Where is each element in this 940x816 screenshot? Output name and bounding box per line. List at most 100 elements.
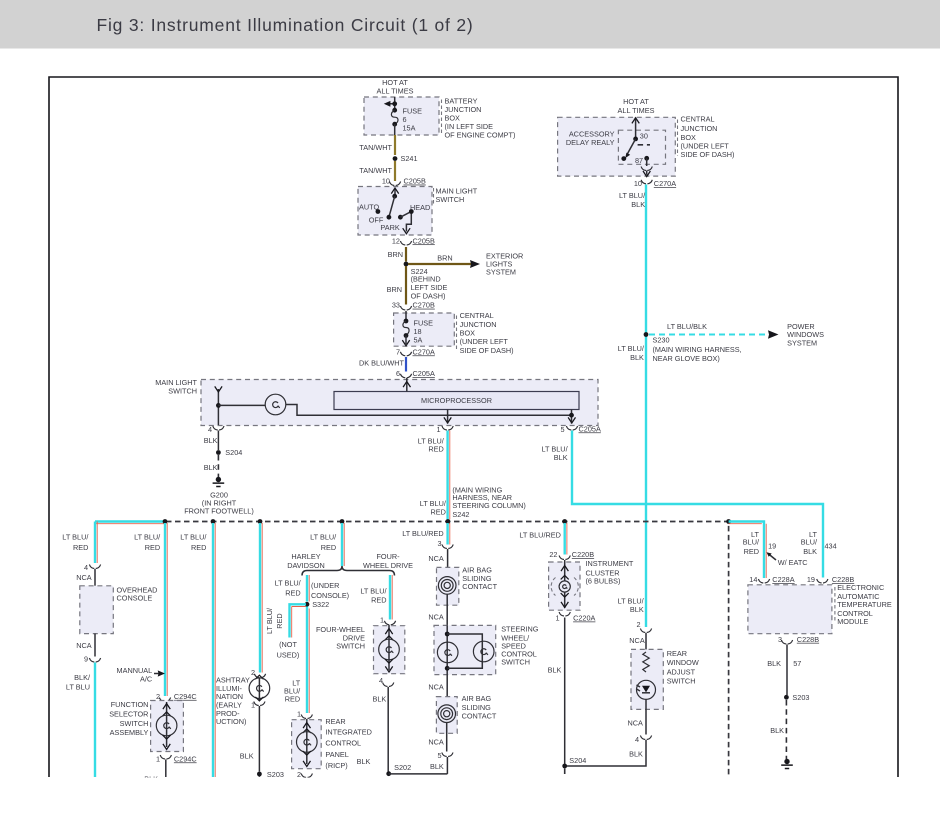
svg-text:LT BLU/: LT BLU/ bbox=[619, 191, 646, 200]
svg-text:C270A: C270A bbox=[413, 347, 435, 356]
svg-text:FRONT FOOTWELL): FRONT FOOTWELL) bbox=[184, 507, 254, 516]
svg-text:BLK: BLK bbox=[803, 547, 817, 556]
svg-text:S242: S242 bbox=[452, 510, 469, 519]
svg-text:STEERING COLUMN): STEERING COLUMN) bbox=[452, 501, 525, 510]
svg-text:BLK: BLK bbox=[630, 605, 644, 614]
svg-text:RED: RED bbox=[744, 547, 759, 556]
svg-text:ALL TIMES: ALL TIMES bbox=[377, 87, 414, 96]
svg-text:OF ENGINE COMPT): OF ENGINE COMPT) bbox=[445, 131, 516, 140]
svg-text:ADJUST: ADJUST bbox=[667, 667, 696, 676]
svg-text:LT BLU/: LT BLU/ bbox=[180, 533, 207, 542]
svg-text:(UNDER: (UNDER bbox=[311, 581, 339, 590]
svg-text:SYSTEM: SYSTEM bbox=[787, 338, 817, 347]
svg-text:TAN/WHT: TAN/WHT bbox=[359, 166, 392, 175]
svg-text:CONTACT: CONTACT bbox=[462, 712, 497, 721]
svg-text:RED: RED bbox=[73, 543, 88, 552]
svg-text:C294C: C294C bbox=[174, 754, 197, 763]
svg-text:WHEEL DRIVE: WHEEL DRIVE bbox=[363, 561, 413, 570]
svg-text:UCTION): UCTION) bbox=[216, 717, 246, 726]
svg-text:LT BLU/RED: LT BLU/RED bbox=[402, 529, 444, 538]
svg-text:NEAR GLOVE BOX): NEAR GLOVE BOX) bbox=[653, 354, 720, 363]
svg-text:DELAY REALY: DELAY REALY bbox=[566, 138, 615, 147]
svg-text:REAR: REAR bbox=[667, 649, 687, 658]
svg-text:LT BLU/: LT BLU/ bbox=[62, 533, 89, 542]
svg-text:33: 33 bbox=[392, 301, 400, 310]
svg-text:1: 1 bbox=[156, 754, 160, 763]
svg-text:SELECTOR: SELECTOR bbox=[109, 710, 148, 719]
svg-text:(MAIN WIRING HARNESS,: (MAIN WIRING HARNESS, bbox=[653, 345, 742, 354]
svg-text:(UNDER LEFT: (UNDER LEFT bbox=[460, 337, 509, 346]
svg-text:BLK: BLK bbox=[240, 751, 254, 760]
svg-text:NCA: NCA bbox=[428, 554, 444, 563]
svg-text:INTEGRATED: INTEGRATED bbox=[325, 727, 372, 736]
svg-text:W/ EATC: W/ EATC bbox=[778, 558, 808, 567]
svg-text:RED: RED bbox=[430, 507, 445, 516]
svg-text:RED: RED bbox=[285, 695, 300, 704]
svg-text:S230: S230 bbox=[653, 336, 670, 345]
svg-text:LT BLU/: LT BLU/ bbox=[134, 533, 161, 542]
svg-text:SWITCH: SWITCH bbox=[667, 676, 696, 685]
svg-text:5: 5 bbox=[560, 425, 564, 434]
svg-text:S241: S241 bbox=[401, 154, 418, 163]
svg-text:BOX: BOX bbox=[460, 329, 476, 338]
svg-text:BLK: BLK bbox=[204, 463, 218, 472]
svg-text:MANNUAL: MANNUAL bbox=[117, 666, 153, 675]
svg-text:C270A: C270A bbox=[654, 179, 676, 188]
svg-text:1: 1 bbox=[297, 709, 301, 718]
svg-text:JUNCTION: JUNCTION bbox=[681, 124, 718, 133]
svg-text:15A: 15A bbox=[403, 123, 416, 132]
svg-text:9: 9 bbox=[84, 655, 88, 664]
svg-text:BLK: BLK bbox=[373, 695, 387, 704]
svg-text:PANEL: PANEL bbox=[325, 750, 348, 759]
svg-text:BRN: BRN bbox=[388, 250, 403, 259]
svg-text:NCA: NCA bbox=[627, 719, 643, 728]
svg-text:CONTACT: CONTACT bbox=[462, 582, 497, 591]
svg-text:NCA: NCA bbox=[629, 636, 645, 645]
svg-text:LT BLU: LT BLU bbox=[66, 683, 90, 692]
svg-text:SWITCH: SWITCH bbox=[501, 658, 530, 667]
svg-text:DAVIDSON: DAVIDSON bbox=[287, 561, 325, 570]
svg-text:TEMPERATURE: TEMPERATURE bbox=[837, 600, 892, 609]
svg-text:NCA: NCA bbox=[428, 737, 444, 746]
svg-text:BRN: BRN bbox=[387, 285, 402, 294]
svg-text:Fig 3: Instrument Illumination: Fig 3: Instrument Illumination Circuit (… bbox=[97, 15, 474, 35]
svg-text:1: 1 bbox=[380, 615, 384, 624]
svg-text:S204: S204 bbox=[569, 756, 586, 765]
svg-text:AUTO: AUTO bbox=[359, 203, 379, 212]
svg-text:C270B: C270B bbox=[413, 301, 435, 310]
svg-text:WINDOW: WINDOW bbox=[667, 658, 699, 667]
svg-text:4: 4 bbox=[208, 425, 212, 434]
svg-text:C220A: C220A bbox=[573, 614, 595, 623]
svg-text:LT BLU/: LT BLU/ bbox=[310, 533, 337, 542]
svg-text:S322: S322 bbox=[312, 600, 329, 609]
svg-text:S203: S203 bbox=[792, 693, 809, 702]
svg-text:BLK: BLK bbox=[554, 453, 568, 462]
svg-text:SIDE OF DASH): SIDE OF DASH) bbox=[681, 150, 735, 159]
svg-text:LT BLU/: LT BLU/ bbox=[618, 344, 645, 353]
svg-text:CONTROL: CONTROL bbox=[325, 739, 361, 748]
svg-text:4: 4 bbox=[84, 563, 88, 572]
svg-text:2: 2 bbox=[636, 620, 640, 629]
svg-text:SWITCH: SWITCH bbox=[120, 719, 149, 728]
svg-text:C228B: C228B bbox=[797, 635, 819, 644]
svg-text:19: 19 bbox=[768, 542, 776, 551]
svg-text:BLK: BLK bbox=[630, 353, 644, 362]
svg-text:S204: S204 bbox=[225, 448, 242, 457]
svg-text:10: 10 bbox=[382, 177, 390, 186]
svg-text:LT BLU/BLK: LT BLU/BLK bbox=[667, 322, 707, 331]
svg-text:BLK: BLK bbox=[629, 749, 643, 758]
svg-text:BLK: BLK bbox=[770, 726, 784, 735]
svg-text:FOUR-: FOUR- bbox=[376, 552, 400, 561]
svg-text:MICROPROCESSOR: MICROPROCESSOR bbox=[421, 396, 492, 405]
svg-text:NCA: NCA bbox=[76, 641, 92, 650]
svg-text:5A: 5A bbox=[414, 335, 423, 344]
svg-text:4: 4 bbox=[635, 735, 639, 744]
svg-text:434: 434 bbox=[825, 542, 837, 551]
svg-text:DK BLU/WHT: DK BLU/WHT bbox=[359, 359, 405, 368]
svg-text:5: 5 bbox=[437, 751, 441, 760]
svg-text:NCA: NCA bbox=[428, 612, 444, 621]
svg-text:BLK/: BLK/ bbox=[74, 673, 91, 682]
svg-text:BRN: BRN bbox=[437, 254, 452, 263]
svg-text:TAN/WHT: TAN/WHT bbox=[359, 143, 392, 152]
svg-text:A/C: A/C bbox=[140, 675, 152, 684]
